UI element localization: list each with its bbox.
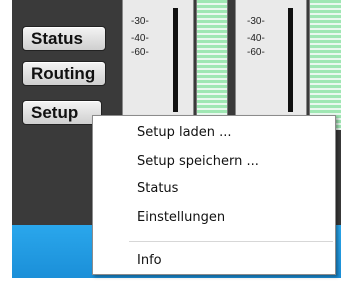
menu-separator xyxy=(129,241,333,242)
meter-scale-1: -30- -40- -60- xyxy=(122,0,194,130)
bottom-margin xyxy=(0,278,341,289)
meter-tick-label: -40- xyxy=(247,33,265,44)
meter-tick-label: -30- xyxy=(247,16,265,27)
fader-2[interactable] xyxy=(288,8,293,112)
routing-button[interactable]: Routing xyxy=(22,61,106,86)
meter-tick-label: -30- xyxy=(131,16,149,27)
menu-item-status[interactable]: Status xyxy=(137,177,178,199)
meter-scale-2: -30- -40- -60- xyxy=(235,0,307,130)
setup-button[interactable]: Setup xyxy=(22,100,102,125)
meter-tick-label: -60- xyxy=(131,47,149,58)
menu-item-settings[interactable]: Einstellungen xyxy=(137,206,225,228)
menu-item-info[interactable]: Info xyxy=(137,249,162,271)
meter-tick-label: -60- xyxy=(247,47,265,58)
setup-context-menu: Setup laden ... Setup speichern ... Stat… xyxy=(92,115,336,275)
level-meter-2 xyxy=(309,0,341,130)
menu-item-setup-load[interactable]: Setup laden ... xyxy=(137,121,232,143)
level-meter-1 xyxy=(196,0,228,130)
status-button[interactable]: Status xyxy=(22,26,106,51)
app-window: -30- -40- -60- -30- -40- -60- Status Rou… xyxy=(0,0,341,289)
menu-item-setup-save[interactable]: Setup speichern ... xyxy=(137,150,259,172)
fader-1[interactable] xyxy=(173,8,178,112)
meter-tick-label: -40- xyxy=(131,33,149,44)
